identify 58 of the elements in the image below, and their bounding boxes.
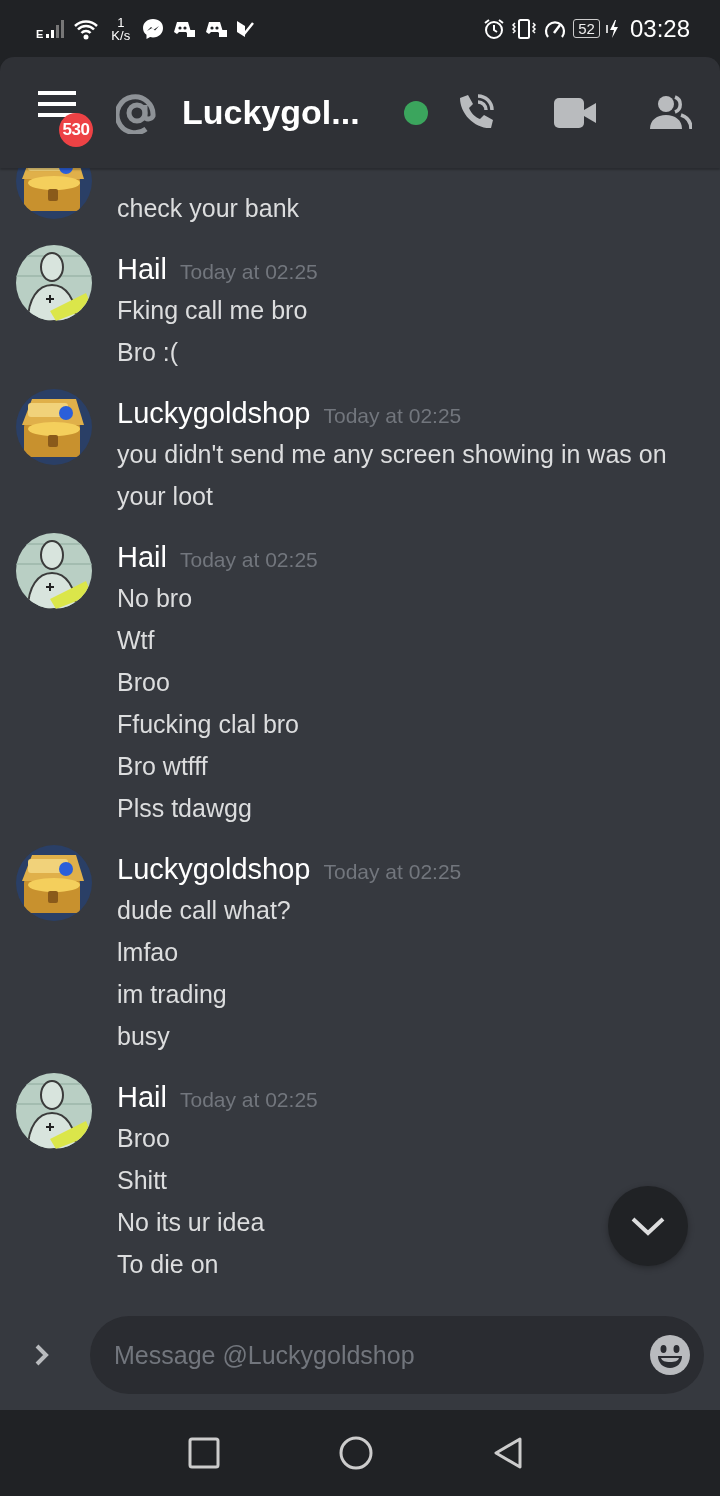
- author-name[interactable]: Hail: [117, 249, 167, 289]
- message-text: im trading: [117, 979, 227, 1010]
- message-text: Ffucking clal bro: [117, 709, 300, 740]
- message-text: Wtf: [117, 625, 155, 656]
- members-button[interactable]: [649, 94, 692, 131]
- video-camera-icon: [553, 97, 596, 128]
- check-icon: [236, 18, 255, 39]
- message-text: busy: [117, 1021, 170, 1052]
- message-timestamp: Today at 02:25: [179, 259, 318, 285]
- author-name[interactable]: Luckygoldshop: [117, 393, 311, 433]
- wifi-icon: [73, 17, 100, 40]
- message-text: No bro: [117, 583, 193, 614]
- message-text: Broo: [117, 667, 170, 698]
- chevron-down-icon: [630, 1216, 666, 1236]
- message-text: Bro :(: [117, 337, 179, 368]
- alarm-icon: [483, 17, 506, 40]
- author-name[interactable]: Hail: [117, 1077, 167, 1117]
- people-icon: [649, 94, 692, 131]
- battery-indicator: 52: [573, 19, 600, 38]
- message-text: lmfao: [117, 937, 179, 968]
- network-type: E: [36, 27, 44, 40]
- author-name[interactable]: Hail: [117, 537, 167, 577]
- message-timestamp: Today at 02:25: [323, 403, 462, 429]
- message-timestamp: Today at 02:25: [323, 859, 462, 885]
- smiley-icon: [650, 1335, 690, 1375]
- author-name[interactable]: Luckygoldshop: [117, 849, 311, 889]
- signal-icon: [45, 18, 66, 39]
- speed-value: 1: [117, 15, 125, 29]
- chevron-right-icon: [34, 1343, 50, 1367]
- channel-title: Luckygol...: [182, 93, 360, 132]
- video-call-button[interactable]: [553, 97, 596, 128]
- message-text: Plss tdawgg: [117, 793, 252, 824]
- message-text: No its ur idea: [117, 1207, 265, 1238]
- emoji-button[interactable]: [650, 1335, 690, 1375]
- message-text: you didn't send me any screen showing in was on your loot: [117, 439, 668, 512]
- chat-bubble-icon: [142, 17, 165, 40]
- square-icon: [187, 1436, 221, 1470]
- charging-icon: [605, 18, 620, 39]
- message-text: Broo: [117, 1123, 170, 1154]
- message-text: Bro wtfff: [117, 751, 208, 782]
- speed-unit: K/s: [111, 28, 131, 42]
- clock-time: 03:28: [629, 14, 690, 43]
- message-timestamp: Today at 02:25: [179, 1087, 318, 1113]
- vibrate-icon: [511, 17, 538, 40]
- message-text: dude call what?: [117, 895, 291, 926]
- message-text: Shitt: [117, 1165, 168, 1196]
- message-text: To die on: [117, 1249, 219, 1280]
- at-sign-icon: [116, 91, 158, 134]
- circle-icon: [339, 1436, 373, 1470]
- menu-button[interactable]: 530: [38, 90, 94, 149]
- message-input[interactable]: Message @Luckygoldshop: [90, 1316, 704, 1394]
- notification-badge: 530: [59, 112, 93, 147]
- menu-icon: [38, 90, 76, 117]
- recents-button[interactable]: [187, 1436, 221, 1470]
- message-text: Fking call me bro: [117, 295, 308, 326]
- home-button[interactable]: [339, 1436, 373, 1470]
- message-text: check your bank: [117, 193, 300, 224]
- message-timestamp: Today at 02:25: [179, 547, 318, 573]
